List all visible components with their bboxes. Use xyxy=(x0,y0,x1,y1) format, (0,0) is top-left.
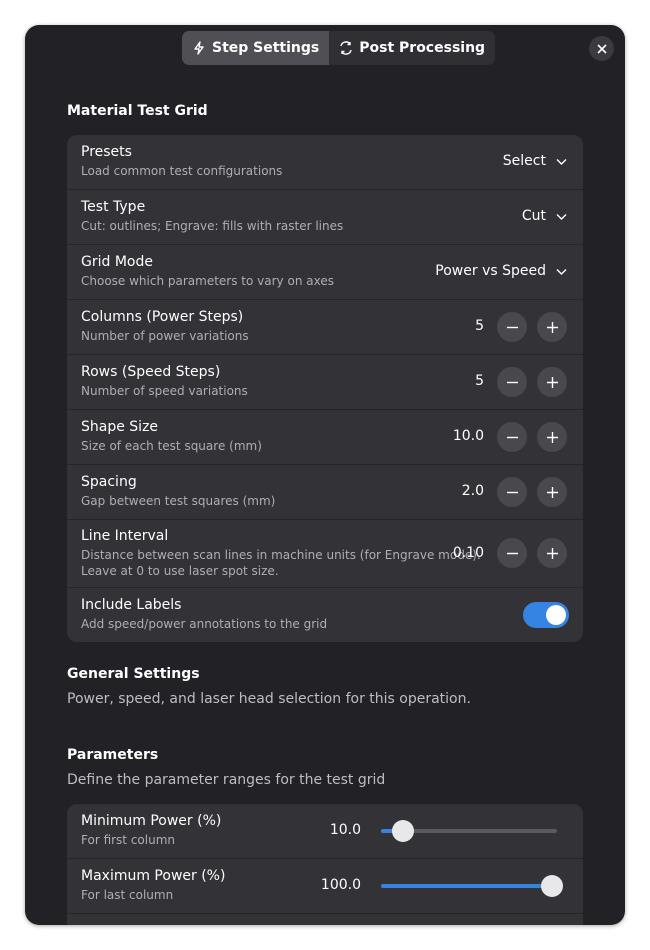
chevron-down-icon xyxy=(556,158,567,165)
row-title: Line Interval xyxy=(81,528,169,544)
line-interval-increment-button[interactable] xyxy=(537,538,567,568)
close-icon xyxy=(596,43,607,54)
chevron-down-icon xyxy=(556,213,567,220)
row-subtitle: Number of power variations xyxy=(81,329,249,343)
spacing-value[interactable]: 2.0 xyxy=(462,483,484,499)
parameters-card: Minimum Power (%) For first column 10.0 … xyxy=(67,804,583,925)
section-title-parameters: Parameters xyxy=(67,747,159,763)
parameters-description: Define the parameter ranges for the test… xyxy=(67,772,386,788)
columns-value[interactable]: 5 xyxy=(475,318,484,334)
tab-label: Post Processing xyxy=(359,40,486,56)
row-title: Minimum Power (%) xyxy=(81,813,222,829)
shape-size-row: Shape Size Size of each test square (mm)… xyxy=(67,410,583,465)
row-subtitle: Cut: outlines; Engrave: fills with raste… xyxy=(81,219,344,233)
row-subtitle-line2: Leave at 0 to use laser spot size. xyxy=(81,564,279,578)
row-subtitle: Gap between test squares (mm) xyxy=(81,494,276,508)
min-power-slider[interactable] xyxy=(381,820,557,842)
plus-icon xyxy=(546,321,558,333)
minus-icon xyxy=(506,381,518,383)
include-labels-toggle[interactable] xyxy=(523,602,569,628)
general-settings-description: Power, speed, and laser head selection f… xyxy=(67,691,471,707)
row-title: Test Type xyxy=(81,199,146,215)
spacing-decrement-button[interactable] xyxy=(497,477,527,507)
rows-row: Rows (Speed Steps) Number of speed varia… xyxy=(67,355,583,410)
plus-icon xyxy=(546,486,558,498)
grid-mode-row: Grid Mode Choose which parameters to var… xyxy=(67,245,583,300)
max-power-row: Maximum Power (%) For last column 100.0 xyxy=(67,859,583,914)
close-button[interactable] xyxy=(589,36,614,61)
minus-icon xyxy=(506,491,518,493)
line-interval-decrement-button[interactable] xyxy=(497,538,527,568)
row-title: Presets xyxy=(81,144,132,160)
shape-size-value[interactable]: 10.0 xyxy=(453,428,484,444)
row-title: Rows (Speed Steps) xyxy=(81,364,221,380)
plus-icon xyxy=(546,431,558,443)
dropdown-value: Cut xyxy=(521,208,546,224)
shape-size-increment-button[interactable] xyxy=(537,422,567,452)
minus-icon xyxy=(506,552,518,554)
columns-decrement-button[interactable] xyxy=(497,312,527,342)
rows-value[interactable]: 5 xyxy=(475,373,484,389)
presets-dropdown[interactable]: Select xyxy=(503,153,567,169)
max-power-value: 100.0 xyxy=(320,877,361,893)
plus-icon xyxy=(546,376,558,388)
section-title-material-test-grid: Material Test Grid xyxy=(67,103,208,119)
minus-icon xyxy=(506,436,518,438)
columns-increment-button[interactable] xyxy=(537,312,567,342)
line-interval-row: Line Interval Distance between scan line… xyxy=(67,520,583,588)
row-subtitle: Add speed/power annotations to the grid xyxy=(81,617,328,631)
max-power-slider[interactable] xyxy=(381,875,563,897)
row-title: Shape Size xyxy=(81,419,159,435)
row-subtitle: For first column xyxy=(81,833,176,847)
presets-row: Presets Load common test configurations … xyxy=(67,135,583,190)
slider-thumb[interactable] xyxy=(541,875,563,897)
tab-bar: Step Settings Post Processing xyxy=(182,31,496,65)
rows-decrement-button[interactable] xyxy=(497,367,527,397)
slider-thumb[interactable] xyxy=(391,820,414,842)
spacing-increment-button[interactable] xyxy=(537,477,567,507)
toggle-knob xyxy=(546,605,566,625)
grid-mode-dropdown[interactable]: Power vs Speed xyxy=(435,263,567,279)
settings-dialog: Step Settings Post Processing Material T… xyxy=(25,25,625,925)
spacing-row: Spacing Gap between test squares (mm) 2.… xyxy=(67,465,583,520)
process-icon xyxy=(340,41,352,55)
row-title: Spacing xyxy=(81,474,137,490)
tab-step-settings[interactable]: Step Settings xyxy=(182,31,330,65)
row-subtitle: For last column xyxy=(81,888,174,902)
min-power-value: 10.0 xyxy=(329,822,361,838)
next-parameter-row xyxy=(67,914,583,925)
include-labels-row: Include Labels Add speed/power annotatio… xyxy=(67,588,583,642)
row-title: Maximum Power (%) xyxy=(81,868,226,884)
shape-size-decrement-button[interactable] xyxy=(497,422,527,452)
row-title: Include Labels xyxy=(81,597,182,613)
rows-increment-button[interactable] xyxy=(537,367,567,397)
row-subtitle-line1: Distance between scan lines in machine u… xyxy=(81,548,481,562)
chevron-down-icon xyxy=(556,268,567,275)
material-test-grid-card: Presets Load common test configurations … xyxy=(67,135,583,642)
row-title: Columns (Power Steps) xyxy=(81,309,244,325)
tab-label: Step Settings xyxy=(212,40,320,56)
row-subtitle: Load common test configurations xyxy=(81,164,283,178)
test-type-dropdown[interactable]: Cut xyxy=(522,208,567,224)
row-subtitle: Size of each test square (mm) xyxy=(81,439,262,453)
row-title: Grid Mode xyxy=(81,254,153,270)
columns-row: Columns (Power Steps) Number of power va… xyxy=(67,300,583,355)
plus-icon xyxy=(546,547,558,559)
dropdown-value: Power vs Speed xyxy=(435,263,546,279)
row-subtitle: Number of speed variations xyxy=(81,384,248,398)
line-interval-value[interactable]: 0.10 xyxy=(453,545,484,561)
slider-fill xyxy=(381,884,552,888)
test-type-row: Test Type Cut: outlines; Engrave: fills … xyxy=(67,190,583,245)
lightning-icon xyxy=(194,41,204,55)
tab-post-processing[interactable]: Post Processing xyxy=(329,31,496,65)
row-subtitle: Choose which parameters to vary on axes xyxy=(81,274,334,288)
section-title-general-settings: General Settings xyxy=(67,666,200,682)
minus-icon xyxy=(506,326,518,328)
min-power-row: Minimum Power (%) For first column 10.0 xyxy=(67,804,583,859)
dropdown-value: Select xyxy=(502,153,546,169)
